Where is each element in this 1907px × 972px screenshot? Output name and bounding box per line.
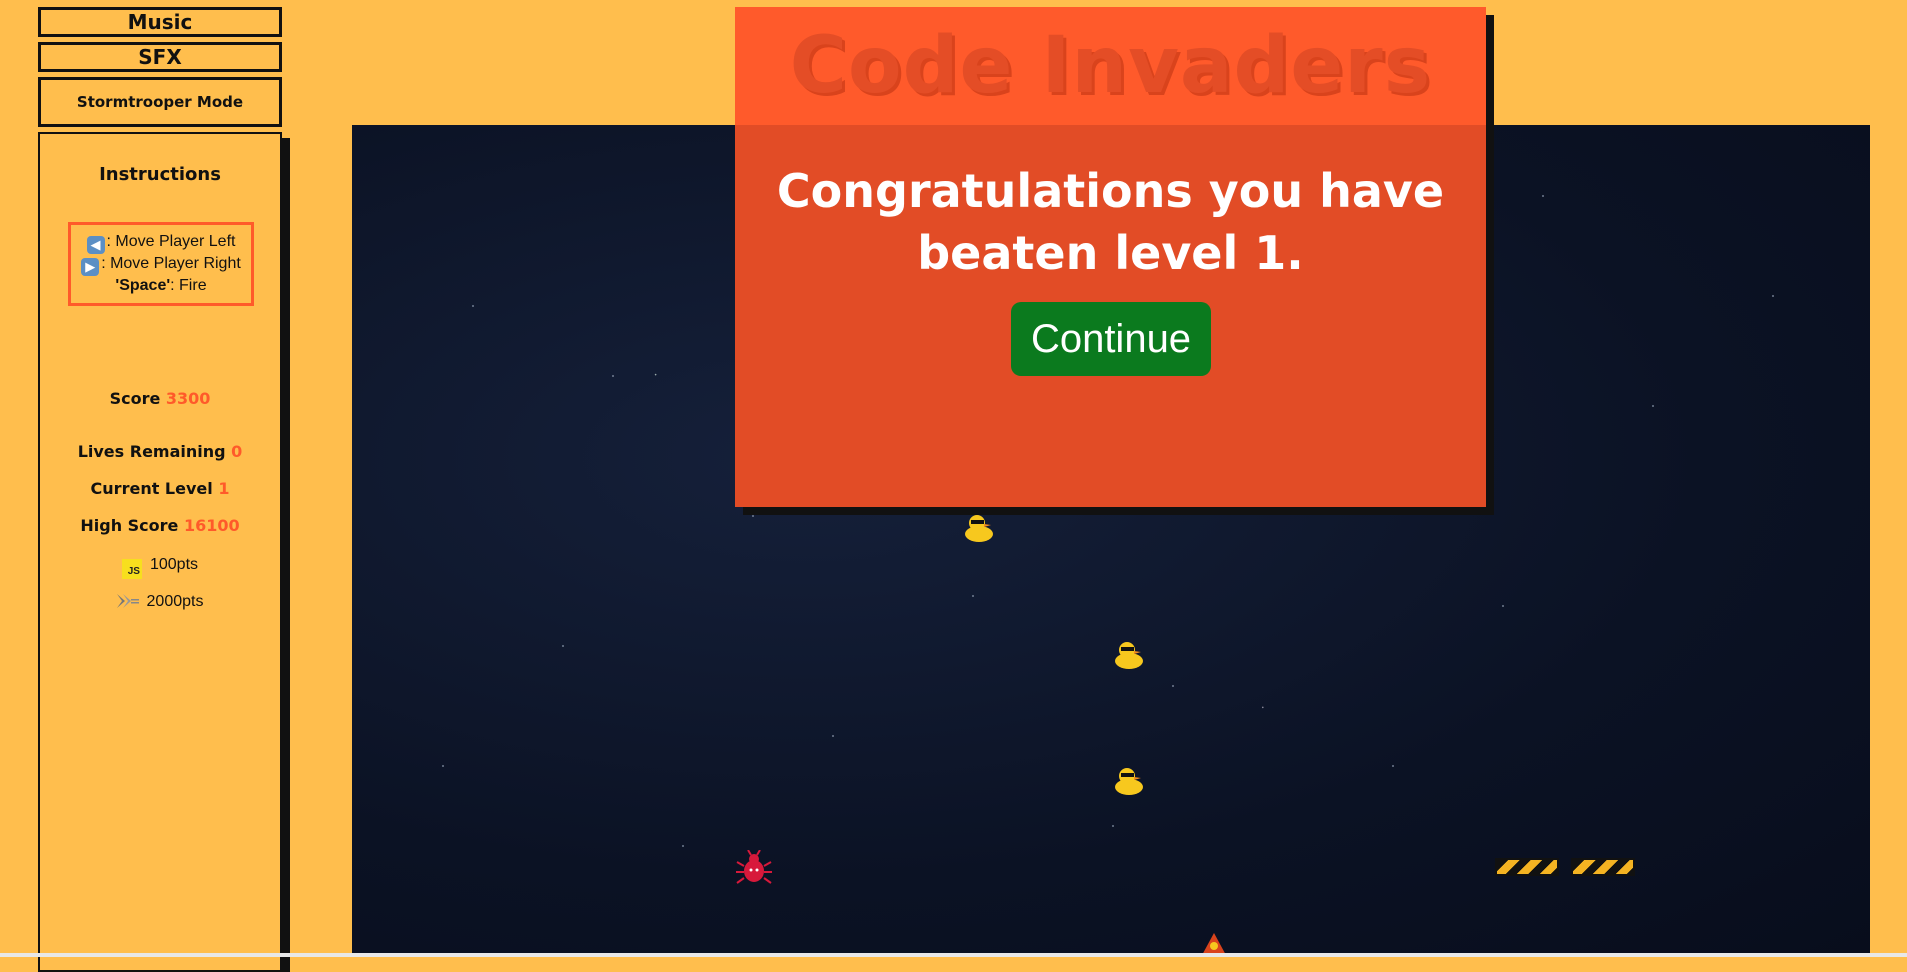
rubber-duck-enemy: [965, 515, 993, 542]
instruction-space: 'Space': Fire: [115, 276, 206, 296]
ship-icon: [116, 594, 139, 608]
level-value: 1: [218, 479, 230, 498]
level-stat: Current Level 1: [40, 479, 280, 498]
bug-enemy: [736, 850, 772, 884]
modal-message: Congratulations you have beaten level 1.: [776, 164, 1445, 280]
right-arrow-icon: ▶: [81, 258, 100, 276]
js-enemy-points: JS 100pts: [40, 556, 280, 579]
rubber-duck-enemy: [1115, 642, 1143, 669]
high-score-value: 16100: [183, 516, 240, 535]
rubber-duck-enemy: [1115, 768, 1143, 795]
instruction-right: ▶: Move Player Right: [81, 254, 241, 276]
barrier-block: [1571, 858, 1635, 876]
js-points-value: 100pts: [149, 556, 199, 573]
continue-button[interactable]: Continue: [1011, 302, 1211, 376]
high-score-label: High Score: [80, 516, 179, 535]
instruction-right-text: : Move Player Right: [101, 255, 241, 272]
game-title: Code Invaders: [789, 21, 1432, 111]
left-arrow-icon: ◀: [86, 236, 105, 254]
space-key-label: 'Space': [115, 277, 171, 294]
level-complete-modal: Congratulations you have beaten level 1.…: [735, 125, 1486, 507]
instruction-left-text: : Move Player Left: [106, 233, 236, 250]
ship-enemy-points: 2000pts: [40, 593, 280, 611]
music-button[interactable]: Music: [38, 7, 282, 37]
instructions-box: ◀: Move Player Left ▶: Move Player Right…: [68, 222, 254, 306]
bottom-edge: [0, 953, 1907, 957]
ship-points-value: 2000pts: [146, 593, 204, 610]
level-label: Current Level: [90, 479, 213, 498]
lives-stat: Lives Remaining 0: [40, 442, 280, 461]
high-score-stat: High Score 16100: [40, 516, 280, 535]
game-title-bar: Code Invaders: [735, 7, 1486, 125]
lives-value: 0: [231, 442, 243, 461]
instruction-space-text: : Fire: [170, 277, 207, 294]
sidebar-panel: Instructions ◀: Move Player Left ▶: Move…: [38, 132, 282, 972]
stormtrooper-mode-button[interactable]: Stormtrooper Mode: [38, 77, 282, 127]
instruction-left: ◀: Move Player Left: [86, 232, 236, 254]
sfx-button[interactable]: SFX: [38, 42, 282, 72]
score-label: Score: [109, 389, 161, 408]
score-value: 3300: [165, 389, 211, 408]
lives-label: Lives Remaining: [77, 442, 226, 461]
instructions-title: Instructions: [99, 164, 221, 185]
js-icon: JS: [121, 559, 142, 579]
score-stat: Score 3300: [40, 389, 280, 408]
barrier-block: [1495, 858, 1559, 876]
